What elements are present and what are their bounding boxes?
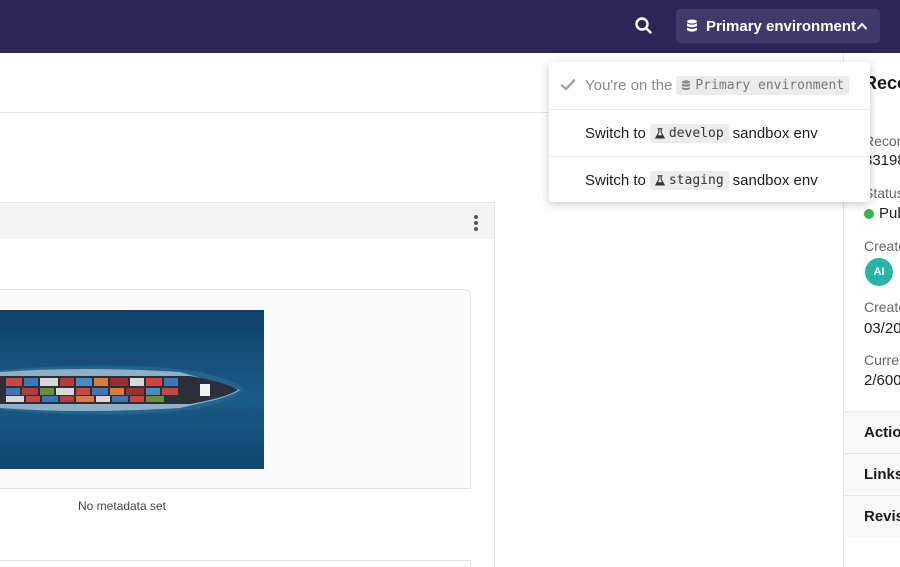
section-label: Links [864,466,900,483]
avatar[interactable]: AI [865,258,893,286]
switch-to-develop-option[interactable]: Switch to develop sandbox env [549,109,870,156]
develop-env-name: develop [668,125,724,141]
metadata-empty-text: No metadata set [77,499,167,513]
current-env-chip: Primary environment [676,76,850,95]
top-navigation-bar: Primary environment [0,0,900,53]
current-version-value: 2/600 [864,372,900,389]
current-version-label: Curren [864,352,900,368]
status-indicator [864,209,874,219]
switch-to-staging-option[interactable]: Switch to staging sandbox env [549,156,870,203]
option-prefix: Switch to [585,171,646,189]
section-label: Actio [864,424,900,441]
field-card-header [0,203,494,239]
search-icon[interactable] [632,14,656,38]
current-env-name: Primary environment [695,78,845,93]
more-options-icon[interactable] [474,215,482,233]
section-label: Revis [864,508,900,525]
flask-icon [654,127,665,139]
status-value: Pub [879,205,900,222]
sidebar-section-links[interactable]: Links [844,453,900,495]
sidebar-section-revisions[interactable]: Revis [844,495,900,537]
option-prefix: Switch to [585,124,646,142]
chevron-up-icon [857,23,867,30]
asset-preview: No metadata set [0,289,471,524]
field-card: No metadata set [0,202,495,567]
created-at-label: Create [864,299,900,315]
database-icon [687,19,697,32]
current-env-prefix: You're on the [585,77,673,94]
flask-icon [654,174,665,186]
next-field-box [0,560,471,567]
environment-switcher-button[interactable]: Primary environment [676,9,880,43]
staging-env-chip: staging [649,170,729,190]
asset-image[interactable] [0,310,264,469]
database-icon [682,80,691,91]
environment-switcher-label: Primary environment [706,17,857,35]
option-suffix: sandbox env [732,171,818,189]
sidebar-section-actions[interactable]: Actio [844,411,900,453]
check-icon [560,79,576,91]
option-suffix: sandbox env [732,124,818,142]
environment-menu-current: You're on the Primary environment [549,62,870,109]
staging-env-name: staging [668,172,724,188]
created-by-label: Create [864,238,900,254]
environment-menu: You're on the Primary environment Switch… [549,62,870,202]
metadata-footer: No metadata set [0,488,471,524]
created-at-value: 03/20 [864,320,900,337]
develop-env-chip: develop [649,123,729,143]
avatar-initials: AI [873,266,885,278]
